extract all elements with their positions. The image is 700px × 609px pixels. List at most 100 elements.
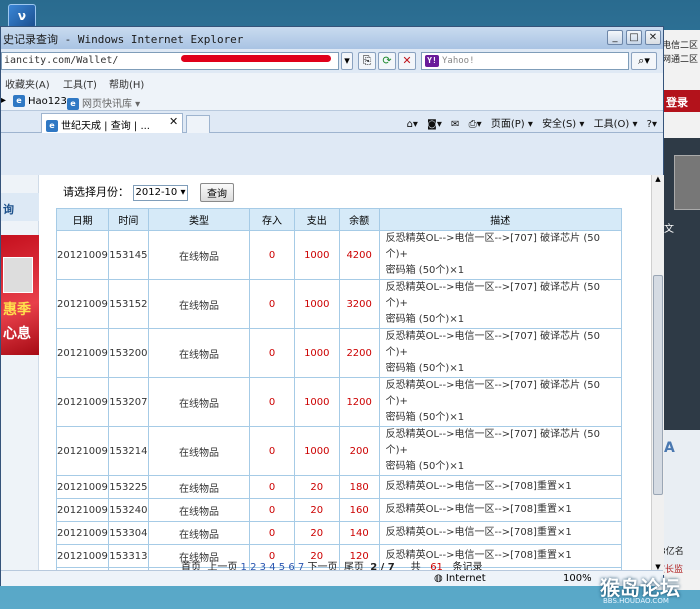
refresh-icon[interactable]: ⟳	[378, 52, 396, 70]
description-line-2: 密码箱 (50个)×1	[385, 314, 465, 325]
minimize-button[interactable]: _	[607, 30, 623, 45]
description-line-1: 反恐精英OL-->电信一区-->[707] 破译芯片 (50个)+	[385, 429, 600, 456]
cell-date: 20121009	[56, 498, 109, 522]
title-bar[interactable]: 史记录查询 - Windows Internet Explorer _ □ ✕	[1, 27, 663, 49]
description-line-1: 反恐精英OL-->电信一区-->[708]重置×1	[385, 504, 572, 515]
promo-text-1: 惠季	[3, 302, 31, 318]
cell-expense: 20	[293, 521, 340, 545]
cell-description: 反恐精英OL-->电信一区-->[707] 破译芯片 (50个)+ 密码箱 (50…	[378, 377, 623, 427]
table-row: 20121009 153145 在线物品 0 1000 4200 反恐精英OL-->电信一区…	[56, 230, 623, 280]
watermark-url: BBS.HOUDAO.COM	[603, 597, 669, 605]
scroll-up-icon[interactable]: ▲	[653, 175, 663, 187]
search-placeholder: Yahoo!	[442, 56, 475, 66]
favbar-chevron-icon[interactable]: ▸	[1, 95, 6, 106]
cell-time: 153304	[107, 521, 149, 545]
desktop-app-icon[interactable]: ν	[8, 4, 36, 28]
cell-description: 反恐精英OL-->电信一区-->[708]重置×1	[378, 475, 623, 499]
cell-balance: 180	[338, 475, 380, 499]
feeds-icon[interactable]: ◙▾	[427, 119, 442, 130]
cell-type: 在线物品	[147, 230, 251, 280]
stop-icon[interactable]: ✕	[398, 52, 416, 70]
ie-window: 史记录查询 - Windows Internet Explorer _ □ ✕ …	[0, 26, 664, 586]
mail-icon[interactable]: ✉	[451, 119, 459, 130]
left-sidebar: 询 惠季 心息	[1, 175, 39, 575]
fav-hao123[interactable]: e Hao123	[13, 95, 67, 107]
cell-expense: 20	[293, 498, 340, 522]
scroll-thumb[interactable]	[653, 275, 663, 495]
description-line-1: 反恐精英OL-->电信一区-->[707] 破译芯片 (50个)+	[385, 380, 600, 407]
favorites-bar: ▸ e Hao123 e 网页快讯库 ▾	[1, 91, 663, 111]
description-line-1: 反恐精英OL-->电信一区-->[708]重置×1	[385, 481, 572, 492]
description-line-1: 反恐精英OL-->电信一区-->[708]重置×1	[385, 527, 572, 538]
col-deposit: 存入	[249, 208, 295, 231]
search-input[interactable]: Y! Yahoo!	[421, 52, 629, 70]
cell-balance: 140	[338, 521, 380, 545]
month-filter: 请选择月份： 2012-10 ▾ 查询	[63, 183, 234, 202]
home-icon[interactable]: ⌂▾	[407, 119, 418, 130]
cell-type: 在线物品	[147, 279, 251, 329]
cell-type: 在线物品	[147, 475, 251, 499]
fav-hao123-label: Hao123	[28, 96, 67, 107]
new-tab-button[interactable]	[186, 115, 210, 133]
col-time: 时间	[107, 208, 149, 231]
tab-close-icon[interactable]: ✕	[169, 115, 178, 128]
vertical-scrollbar[interactable]: ▲ ▼	[651, 175, 664, 575]
cell-balance: 1200	[338, 377, 380, 427]
table-row: 20121009 153214 在线物品 0 1000 200 反恐精英OL-->电信一区-…	[56, 426, 623, 476]
menu-help[interactable]: 帮助(H)	[109, 76, 144, 91]
cell-expense: 1000	[293, 279, 340, 329]
cell-description: 反恐精英OL-->电信一区-->[707] 破译芯片 (50个)+ 密码箱 (50…	[378, 279, 623, 329]
maximize-button[interactable]: □	[626, 30, 642, 45]
address-bar: iancity.com/Wallet/ ▾ ⎘ ⟳ ✕ Y! Yahoo! ⌕▾	[1, 49, 663, 73]
query-button[interactable]: 查询	[199, 183, 234, 202]
cell-expense: 1000	[293, 328, 340, 378]
cell-description: 反恐精英OL-->电信一区-->[708]重置×1	[378, 521, 623, 545]
menu-tools[interactable]: 工具(T)	[63, 76, 97, 91]
cell-deposit: 0	[249, 498, 295, 522]
col-description: 描述	[378, 208, 623, 231]
url-dropdown-icon[interactable]: ▾	[341, 52, 353, 70]
menu-favorites[interactable]: 收藏夹(A)	[5, 76, 50, 91]
search-icon[interactable]: ⌕▾	[631, 52, 657, 70]
description-line-1: 反恐精英OL-->电信一区-->[707] 破译芯片 (50个)+	[385, 233, 600, 260]
bg-text-1: 电信二区	[662, 41, 699, 51]
sidebar-heading[interactable]: 询	[1, 193, 39, 221]
cmd-tools[interactable]: 工具(O) ▾	[594, 119, 638, 130]
print-icon[interactable]: ⎙▾	[469, 119, 482, 130]
url-redaction-mark	[181, 55, 331, 62]
tab-active[interactable]: e 世纪天成 | 查询 | ...	[41, 113, 183, 133]
cell-time: 153152	[107, 279, 149, 329]
description-line-1: 反恐精英OL-->电信一区-->[707] 破译芯片 (50个)+	[385, 282, 600, 309]
status-bar: ◍ Internet 100%	[1, 570, 663, 586]
cell-description: 反恐精英OL-->电信一区-->[707] 破译芯片 (50个)+ 密码箱 (50…	[378, 230, 623, 280]
col-balance: 余额	[338, 208, 380, 231]
zoom-level[interactable]: 100%	[563, 573, 592, 584]
cell-balance: 2200	[338, 328, 380, 378]
compat-view-icon[interactable]: ⎘	[358, 52, 376, 70]
col-type: 类型	[147, 208, 251, 231]
window-title: 史记录查询 - Windows Internet Explorer	[3, 33, 244, 46]
tab-bar: e 世纪天成 | 查询 | ... ✕ ⌂▾ ◙▾ ✉ ⎙▾ 页面(P) ▾ 安全…	[1, 111, 663, 133]
promo-banner[interactable]: 惠季 心息	[1, 235, 39, 355]
cell-balance: 160	[338, 498, 380, 522]
cell-date: 20121009	[56, 521, 109, 545]
cmd-safety[interactable]: 安全(S) ▾	[542, 119, 584, 130]
cell-deposit: 0	[249, 377, 295, 427]
month-select[interactable]: 2012-10 ▾	[132, 184, 189, 201]
close-button[interactable]: ✕	[645, 30, 661, 45]
cell-date: 20121009	[56, 377, 109, 427]
command-bar: ⌂▾ ◙▾ ✉ ⎙▾ 页面(P) ▾ 安全(S) ▾ 工具(O) ▾ ?▾	[401, 115, 657, 130]
tab-label: 世纪天成 | 查询 | ...	[61, 121, 150, 132]
bg-text-2: 网通二区	[662, 55, 699, 65]
cmd-page[interactable]: 页面(P) ▾	[491, 119, 533, 130]
ie-page-icon: e	[46, 120, 58, 132]
cell-time: 153225	[107, 475, 149, 499]
bg-text-wen: 文	[664, 224, 674, 235]
cell-deposit: 0	[249, 279, 295, 329]
url-text: iancity.com/Wallet/	[4, 55, 119, 66]
cell-time: 153207	[107, 377, 149, 427]
help-icon[interactable]: ?▾	[647, 119, 657, 130]
fav-webslice[interactable]: e 网页快讯库 ▾	[67, 95, 140, 110]
security-zone: ◍ Internet	[434, 573, 486, 584]
promo-text-2: 心息	[3, 326, 31, 342]
